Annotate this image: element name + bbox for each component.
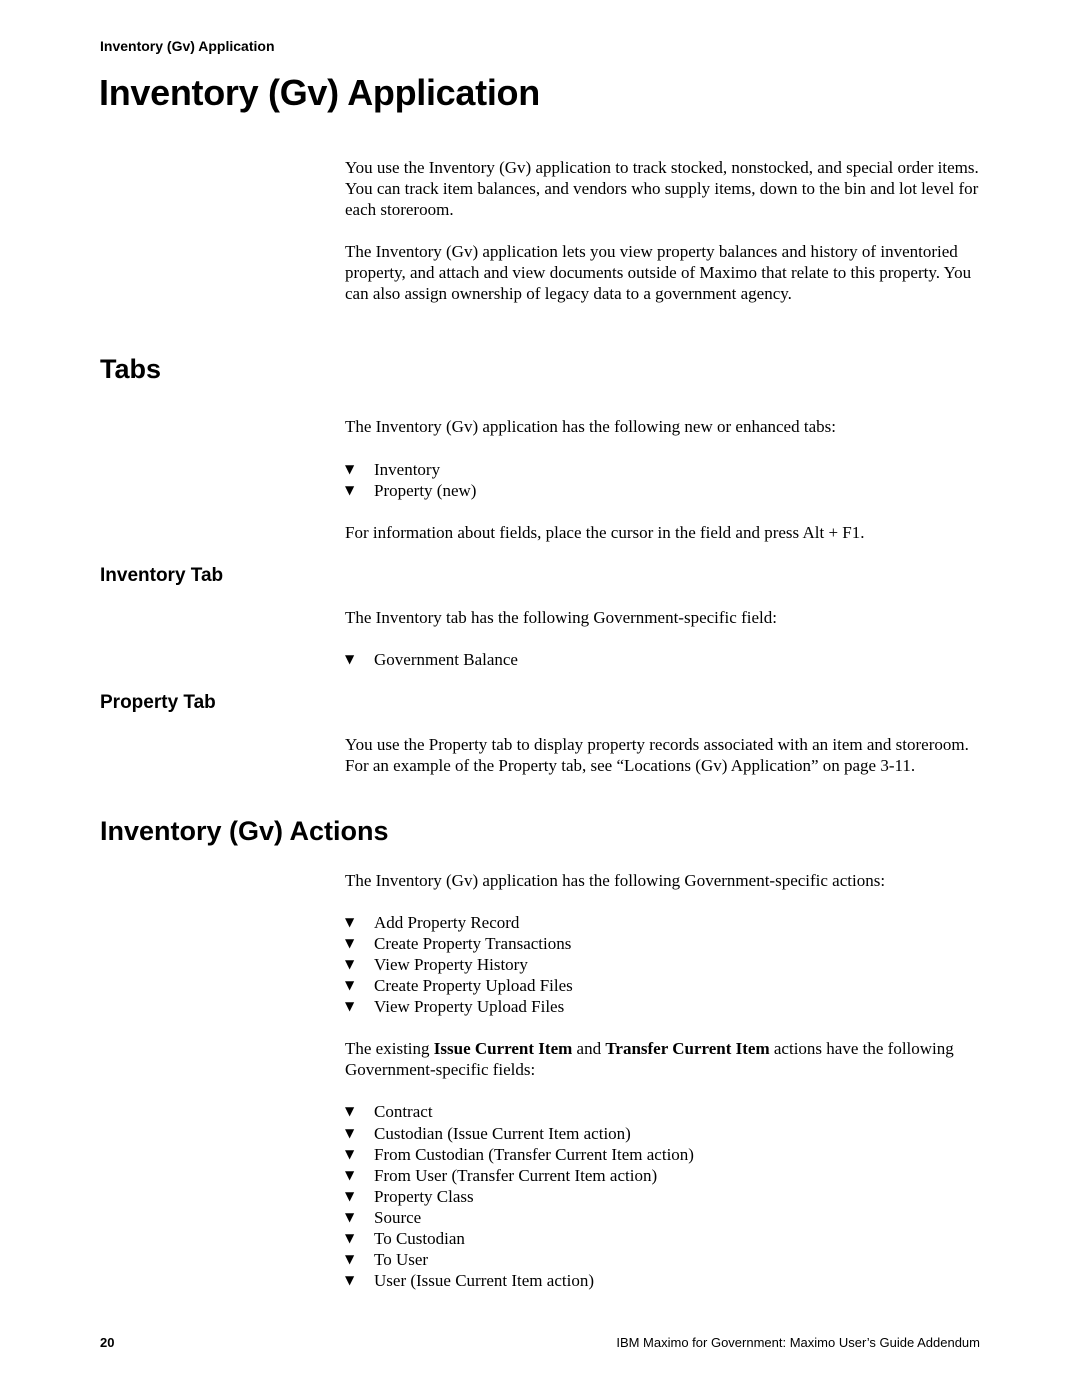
list-item-label: Custodian (Issue Current Item action) (374, 1123, 631, 1143)
inventory-tab-list: ▼ Government Balance (345, 649, 985, 670)
list-item: ▼ Inventory (345, 459, 985, 480)
actions-section-body: The Inventory (Gv) application has the f… (345, 870, 985, 1291)
list-item: ▼ Source (345, 1207, 985, 1228)
list-item: ▼ To User (345, 1249, 985, 1270)
inventory-tab-heading: Inventory Tab (100, 565, 224, 586)
triangle-down-icon: ▼ (345, 462, 355, 476)
fields-list: ▼ Contract ▼ Custodian (Issue Current Item … (345, 1101, 985, 1291)
list-item-label: Create Property Transactions (374, 934, 572, 954)
list-item: ▼ Add Property Record (345, 912, 985, 933)
intro-section: You use the Inventory (Gv) application t… (345, 157, 985, 304)
list-item-label: Create Property Upload Files (374, 976, 573, 996)
issue-current-item-action: Issue Current Item (433, 1039, 573, 1059)
triangle-down-icon: ▼ (345, 999, 355, 1014)
tabs-note: For information about fields, place the … (345, 523, 865, 543)
tabs-section-body: The Inventory (Gv) application has the f… (345, 416, 985, 543)
page-title: Inventory (Gv) Application (99, 72, 540, 113)
list-item-label: Add Property Record (374, 913, 520, 932)
triangle-down-icon: ▼ (345, 1231, 355, 1246)
triangle-down-icon: ▼ (345, 1146, 355, 1161)
list-item-label: Government Balance (374, 650, 518, 669)
list-item: ▼ User (Issue Current Item action) (345, 1270, 985, 1291)
existing-prefix: The existing (345, 1039, 434, 1059)
list-item-label: From User (Transfer Current Item action) (374, 1165, 658, 1185)
actions-heading: Inventory (Gv) Actions (100, 816, 389, 846)
footer-book-title: IBM Maximo for Government: Maximo User’s… (616, 1335, 980, 1350)
list-item: ▼ Custodian (Issue Current Item action) (345, 1123, 985, 1144)
inventory-tab-lead: The Inventory tab has the following Gove… (345, 608, 777, 627)
inventory-tab-body: The Inventory tab has the following Gove… (345, 607, 985, 670)
triangle-down-icon: ▼ (345, 915, 355, 929)
property-tab-heading: Property Tab (100, 692, 216, 713)
triangle-down-icon: ▼ (345, 1209, 355, 1224)
list-item-label: To User (374, 1250, 429, 1270)
actions-list: ▼ Add Property Record ▼ Create Property Tra… (345, 912, 985, 1017)
triangle-down-icon: ▼ (345, 1104, 355, 1119)
list-item-label: Inventory (374, 460, 441, 479)
tabs-list: ▼ Inventory ▼ Property (new) (345, 459, 985, 501)
list-item: ▼ Create Property Upload Files (345, 975, 985, 996)
list-item-label: View Property History (374, 955, 528, 975)
list-item: ▼ Government Balance (345, 649, 985, 670)
property-tab-text: You use the Property tab to display prop… (345, 735, 969, 775)
list-item-label: Source (374, 1207, 422, 1227)
existing-mid: and (572, 1039, 606, 1059)
transfer-current-item-action: Transfer Current Item (605, 1039, 770, 1059)
list-item: ▼ View Property Upload Files (345, 996, 985, 1017)
triangle-down-icon: ▼ (345, 652, 355, 666)
actions-lead: The Inventory (Gv) application has the f… (345, 871, 886, 890)
list-item-label: From Custodian (Transfer Current Item ac… (374, 1144, 694, 1164)
list-item-label: To Custodian (374, 1229, 465, 1249)
list-item-label: User (Issue Current Item action) (374, 1271, 594, 1291)
list-item: ▼ From Custodian (Transfer Current Item a… (345, 1144, 985, 1165)
list-item: ▼ To Custodian (345, 1228, 985, 1249)
running-head: Inventory (Gv) Application (100, 38, 275, 54)
triangle-down-icon: ▼ (345, 1167, 355, 1182)
intro-paragraph: The Inventory (Gv) application lets you … (345, 242, 972, 303)
tabs-heading: Tabs (100, 354, 162, 384)
triangle-down-icon: ▼ (345, 483, 355, 498)
triangle-down-icon: ▼ (345, 1188, 355, 1203)
triangle-down-icon: ▼ (345, 978, 355, 993)
property-tab-body: You use the Property tab to display prop… (345, 734, 985, 776)
intro-paragraph: You use the Inventory (Gv) application t… (345, 158, 979, 219)
list-item-label: Property Class (374, 1186, 474, 1206)
list-item-label: Contract (374, 1102, 433, 1122)
triangle-down-icon: ▼ (345, 936, 355, 951)
list-item-label: View Property Upload Files (374, 997, 565, 1017)
tabs-lead: The Inventory (Gv) application has the f… (345, 417, 836, 436)
list-item: ▼ From User (Transfer Current Item action… (345, 1165, 985, 1186)
list-item: ▼ Property (new) (345, 480, 985, 501)
list-item: ▼ Contract (345, 1101, 985, 1122)
existing-actions-text: The existing Issue Current Item and Tran… (345, 1038, 985, 1080)
footer-page-number: 20 (100, 1335, 115, 1350)
list-item: ▼ Create Property Transactions (345, 933, 985, 954)
triangle-down-icon: ▼ (345, 1252, 355, 1267)
triangle-down-icon: ▼ (345, 957, 355, 972)
list-item: ▼ View Property History (345, 954, 985, 975)
list-item-label: Property (new) (374, 481, 477, 501)
triangle-down-icon: ▼ (345, 1125, 355, 1140)
list-item: ▼ Property Class (345, 1186, 985, 1207)
triangle-down-icon: ▼ (345, 1273, 355, 1288)
